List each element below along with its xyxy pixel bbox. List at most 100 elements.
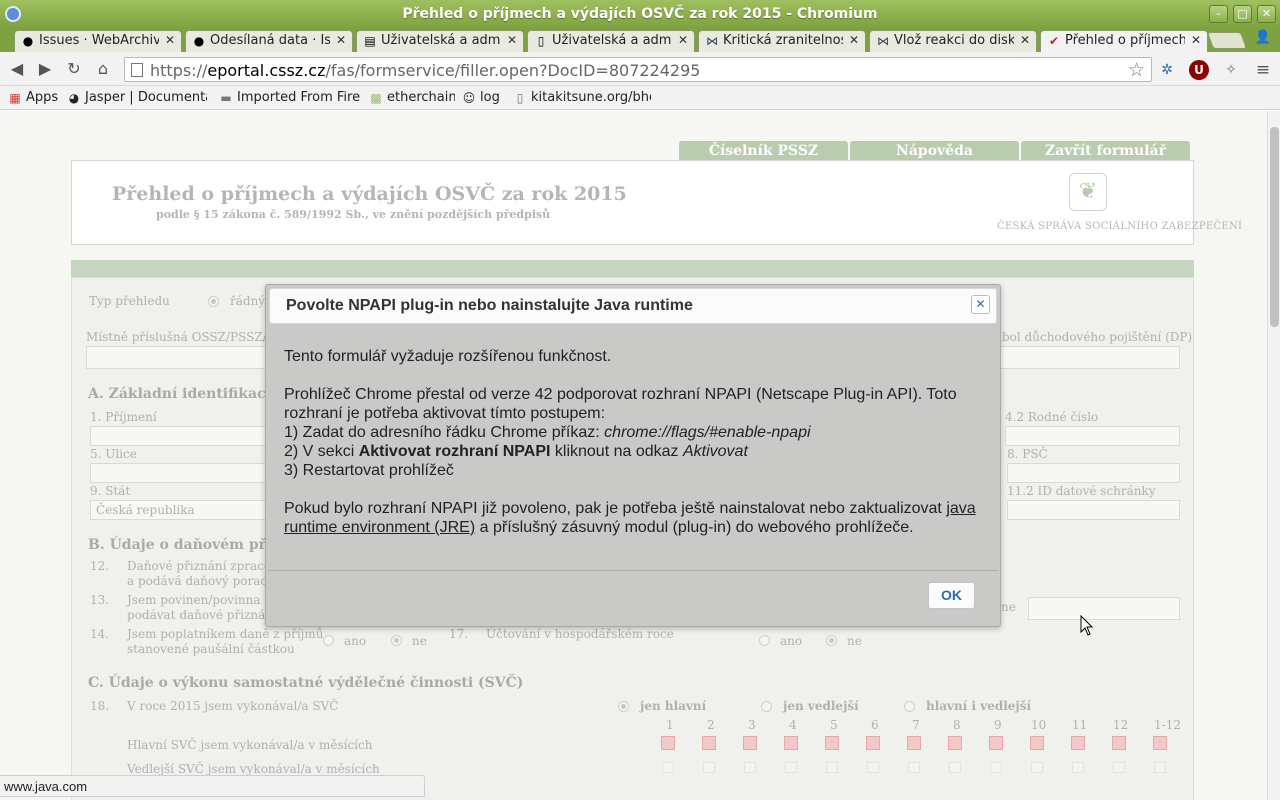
ublock-icon[interactable]: U bbox=[1189, 60, 1209, 80]
close-icon[interactable]: ✕ bbox=[1020, 33, 1030, 47]
label-radny: řádný bbox=[230, 294, 266, 308]
month-checkbox-hlavni[interactable] bbox=[1071, 736, 1085, 750]
tab-vloz-reakci[interactable]: ⋈ Vlož reakci do diskus ✕ bbox=[869, 30, 1037, 52]
month-checkbox-vedlejsi[interactable] bbox=[990, 762, 1002, 773]
tab-uzivatelska-2[interactable]: ▯ Uživatelská a admini ✕ bbox=[527, 30, 695, 52]
month-checkbox-hlavni[interactable] bbox=[1112, 736, 1126, 750]
nav-ciselnik-pssz[interactable]: Číselník PSSZ bbox=[679, 141, 848, 161]
reload-button[interactable]: ↻ bbox=[63, 58, 85, 80]
close-window-button[interactable]: ✕ bbox=[1257, 5, 1276, 23]
bookmark-kitakitsune[interactable]: ▯ kitakitsune.org/bhole bbox=[511, 88, 651, 108]
month-checkbox-hlavni[interactable] bbox=[1153, 736, 1167, 750]
month-checkbox-vedlejsi[interactable] bbox=[703, 762, 715, 773]
radio-jen-hlavni[interactable] bbox=[618, 701, 629, 712]
field-ulice[interactable] bbox=[90, 463, 270, 483]
month-checkbox-hlavni[interactable] bbox=[702, 736, 716, 750]
vertical-scrollbar[interactable] bbox=[1267, 111, 1280, 800]
nav-zavrit-formular[interactable]: Zavřít formulář bbox=[1021, 141, 1190, 161]
radio-hlavni-i-vedlejsi[interactable] bbox=[904, 701, 915, 712]
close-icon[interactable]: ✕ bbox=[507, 33, 517, 47]
month-checkbox-vedlejsi[interactable] bbox=[1072, 762, 1084, 773]
step2-prefix: 2) V sekci bbox=[284, 443, 359, 460]
label-q14-number: 14. bbox=[90, 627, 110, 641]
url-text[interactable]: https://eportal.cssz.cz/fas/formservice/… bbox=[150, 61, 700, 80]
label-psc: 8. PSČ bbox=[1007, 447, 1048, 461]
github-icon: ● bbox=[22, 34, 34, 48]
close-icon[interactable]: ✕ bbox=[849, 33, 859, 47]
radio-radny[interactable] bbox=[208, 296, 219, 307]
bookmark-etherchain[interactable]: ▩ etherchain bbox=[367, 88, 455, 108]
maximize-button[interactable]: □ bbox=[1233, 5, 1252, 23]
tab-label: Issues · WebArchivCz bbox=[39, 33, 159, 48]
field-stat[interactable]: Česká republika bbox=[90, 500, 270, 520]
radio-jen-vedlejsi[interactable] bbox=[761, 701, 772, 712]
month-checkbox-vedlejsi[interactable] bbox=[949, 762, 961, 773]
close-icon[interactable]: ✕ bbox=[1191, 33, 1201, 47]
field-q13-extra[interactable] bbox=[1028, 597, 1180, 620]
month-checkbox-hlavni[interactable] bbox=[948, 736, 962, 750]
field-prijmeni[interactable] bbox=[90, 426, 270, 446]
month-checkbox-vedlejsi[interactable] bbox=[1113, 762, 1125, 773]
p3-suffix: a příslušný zásuvný modul (plug-in) do w… bbox=[475, 519, 914, 536]
ok-button[interactable]: OK bbox=[928, 582, 975, 609]
close-icon[interactable]: ✕ bbox=[165, 33, 175, 47]
nav-napoveda[interactable]: Nápověda bbox=[850, 141, 1019, 161]
month-checkbox-vedlejsi[interactable] bbox=[785, 762, 797, 773]
month-checkbox-hlavni[interactable] bbox=[825, 736, 839, 750]
month-checkbox-hlavni[interactable] bbox=[661, 736, 675, 750]
tab-prehled-prijmech[interactable]: ✔ Přehled o příjmech a ✕ bbox=[1040, 30, 1208, 52]
month-checkbox-hlavni[interactable] bbox=[907, 736, 921, 750]
month-checkbox-hlavni[interactable] bbox=[784, 736, 798, 750]
month-checkbox-vedlejsi[interactable] bbox=[744, 762, 756, 773]
radio-q14-ne[interactable] bbox=[391, 635, 402, 646]
month-checkbox-vedlejsi[interactable] bbox=[867, 762, 879, 773]
close-icon[interactable]: ✕ bbox=[678, 33, 688, 47]
forward-button[interactable]: ▶ bbox=[34, 58, 56, 80]
radio-q17-ano[interactable] bbox=[759, 635, 770, 646]
dialog-close-button[interactable]: ✕ bbox=[971, 295, 990, 314]
radio-q14-ano[interactable] bbox=[323, 635, 334, 646]
bookmarks-bar: ▦ Apps ◕ Jasper | Documentat ▬ Imported Fro… bbox=[0, 86, 1280, 110]
month-checkbox-vedlejsi[interactable] bbox=[826, 762, 838, 773]
tab-issues-webarchivcz[interactable]: ● Issues · WebArchivCz ✕ bbox=[14, 30, 182, 52]
bookmark-log[interactable]: ☺ log bbox=[460, 88, 506, 108]
month-checkbox-vedlejsi[interactable] bbox=[1031, 762, 1043, 773]
month-checkbox-vedlejsi[interactable] bbox=[662, 762, 674, 773]
extension-icon[interactable]: ✧ bbox=[1221, 60, 1241, 80]
month-checkbox-hlavni[interactable] bbox=[866, 736, 880, 750]
profile-icon[interactable]: 👤 bbox=[1253, 30, 1273, 48]
label-prijmeni: 1. Příjmení bbox=[90, 410, 157, 424]
month-checkbox-hlavni[interactable] bbox=[743, 736, 757, 750]
month-label: 1 bbox=[666, 718, 674, 732]
month-label: 9 bbox=[994, 718, 1002, 732]
tab-uzivatelska-1[interactable]: ▤ Uživatelská a admini ✕ bbox=[356, 30, 524, 52]
close-icon[interactable]: ✕ bbox=[336, 33, 346, 47]
bookmark-imported-firefox[interactable]: ▬ Imported From Firefo bbox=[217, 88, 360, 108]
window-titlebar: Přehled o příjmech a výdajích OSVČ za ro… bbox=[0, 0, 1280, 28]
home-button[interactable]: ⌂ bbox=[92, 58, 114, 80]
tab-odesilana-data[interactable]: ● Odesílaná data · Issue ✕ bbox=[185, 30, 353, 52]
field-id-schranky[interactable] bbox=[1007, 500, 1180, 520]
page-icon bbox=[131, 63, 143, 77]
bookmark-apps[interactable]: ▦ Apps bbox=[6, 88, 60, 108]
address-bar[interactable]: https://eportal.cssz.cz/fas/formservice/… bbox=[124, 57, 1152, 82]
tab-kriticka-zranitelnost[interactable]: ⋈ Kritická zranitelnost ✕ bbox=[698, 30, 866, 52]
bookmark-jasper[interactable]: ◕ Jasper | Documentat bbox=[65, 88, 207, 108]
url-path: /fas/formservice/filler.open?DocID=80722… bbox=[325, 61, 701, 80]
logo-text: ČESKÁ SPRÁVA SOCIÁLNÍHO ZABEZPEČENÍ bbox=[997, 221, 1243, 232]
back-button[interactable]: ◀ bbox=[6, 58, 28, 80]
field-rodne-cislo[interactable] bbox=[1005, 426, 1180, 446]
bookmark-star-icon[interactable]: ☆ bbox=[1128, 59, 1145, 81]
new-tab-button[interactable] bbox=[1206, 32, 1248, 49]
minimize-button[interactable]: – bbox=[1209, 5, 1228, 23]
month-checkbox-hlavni[interactable] bbox=[1030, 736, 1044, 750]
network-extension-icon[interactable]: ✲ bbox=[1157, 60, 1177, 80]
field-psc[interactable] bbox=[1007, 463, 1180, 483]
radio-q17-ne[interactable] bbox=[826, 635, 837, 646]
month-checkbox-vedlejsi[interactable] bbox=[908, 762, 920, 773]
step2-bold: Aktivovat rozhraní NPAPI bbox=[358, 443, 551, 460]
menu-icon[interactable]: ≡ bbox=[1253, 60, 1273, 80]
scrollbar-thumb[interactable] bbox=[1270, 127, 1279, 327]
month-checkbox-hlavni[interactable] bbox=[989, 736, 1003, 750]
month-checkbox-vedlejsi[interactable] bbox=[1154, 762, 1166, 773]
